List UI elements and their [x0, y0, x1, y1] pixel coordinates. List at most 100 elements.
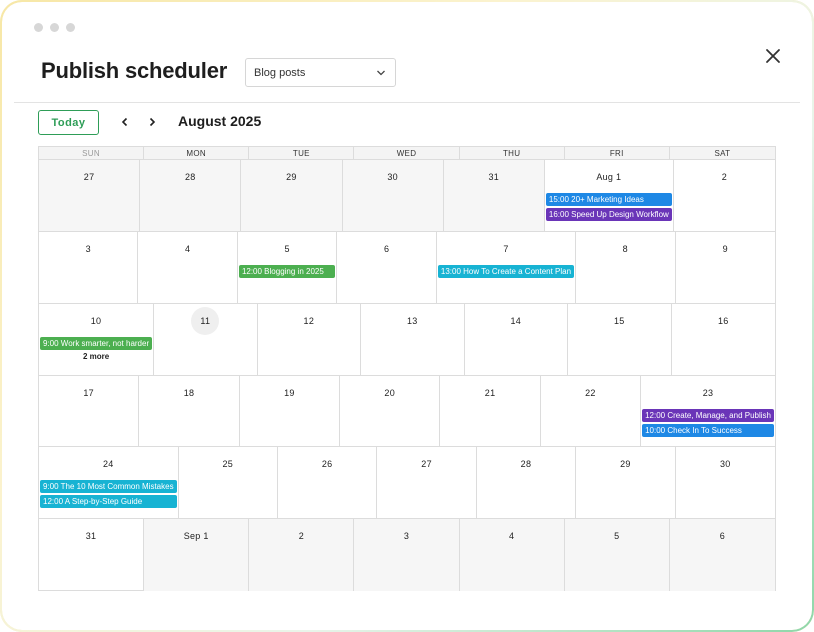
scheduled-post-event[interactable]: 13:00 How To Create a Content Plan [437, 264, 575, 278]
calendar-week-row: 10 9:00 Work smarter, not harder 2 more 11 1… [39, 303, 775, 376]
calendar-day-cell[interactable]: 30 [342, 160, 444, 231]
chevron-left-icon [121, 117, 128, 127]
day-events: 13:00 How To Create a Content Plan [437, 264, 575, 278]
day-number: 21 [484, 387, 496, 398]
day-number: 29 [620, 459, 631, 470]
calendar-day-cell[interactable]: 13 [361, 303, 465, 375]
day-number: 28 [184, 172, 196, 182]
calendar-day-cell[interactable]: 31 [39, 519, 145, 591]
calendar-day-cell[interactable]: Sep 1 [144, 519, 250, 591]
today-button[interactable]: Today [38, 110, 99, 135]
scheduled-post-event[interactable]: 9:00 The 10 Most Common Mistakes [40, 480, 177, 494]
calendar-day-cell[interactable]: 15 [568, 303, 672, 375]
scheduled-post-event[interactable]: 12:00 Blogging in 2025 [238, 264, 336, 278]
calendar-week-row: 27 28 29 30 31 Aug 1 15:00 20+ Marketing Ideas… [39, 160, 775, 232]
calendar-day-cell[interactable]: 3 [354, 519, 460, 591]
today-day-number: 11 [191, 306, 220, 335]
calendar-day-cell[interactable]: 28 [477, 447, 577, 519]
day-number: 19 [284, 387, 295, 398]
window-dot-icon[interactable] [66, 23, 75, 32]
scheduled-post-event[interactable]: 12:00 Create, Manage, and Publish [642, 408, 774, 422]
scheduled-post-event[interactable]: 15:00 20+ Marketing Ideas [545, 193, 672, 206]
chevron-right-icon [149, 117, 156, 127]
weekday-label-wed: WED [354, 147, 460, 160]
calendar-day-cell[interactable]: 2 [674, 160, 775, 231]
scheduled-post-event[interactable]: 16:00 Speed Up Design Workflow [545, 208, 672, 221]
calendar-day-cell[interactable]: 2 [249, 519, 355, 591]
calendar-day-cell[interactable]: 26 [278, 447, 378, 519]
weekday-label-thu: THU [460, 147, 565, 160]
weekday-header: SUN MON TUE WED THU FRI SAT [39, 147, 775, 160]
day-number: 31 [488, 172, 500, 182]
calendar-day-cell[interactable]: 21 [440, 375, 541, 447]
day-number: Sep 1 [183, 531, 209, 542]
weekday-label-sat: SAT [714, 149, 731, 158]
day-number: 5 [614, 531, 620, 542]
calendar-day-cell[interactable]: 10 9:00 Work smarter, not harder 2 more [39, 303, 155, 375]
day-number: 26 [321, 459, 333, 470]
more-events-link[interactable]: 2 more [39, 352, 153, 361]
calendar-day-cell[interactable]: 25 [179, 447, 278, 519]
calendar-day-cell[interactable]: 8 [576, 231, 676, 303]
day-number: 5 [284, 243, 290, 254]
calendar-day-cell[interactable]: 12 [258, 303, 362, 375]
calendar-week-row: 31 Sep 1 2 3 4 5 6 [39, 519, 775, 591]
calendar-day-cell[interactable]: 17 [39, 375, 140, 447]
day-events: 15:00 20+ Marketing Ideas 16:00 Speed Up … [545, 193, 673, 221]
calendar-day-cell[interactable]: 28 [140, 160, 242, 231]
day-number: 23 [702, 387, 714, 398]
day-number: 10 [90, 315, 102, 326]
calendar-day-cell[interactable]: 14 [465, 303, 569, 375]
header-divider [14, 102, 800, 103]
calendar-day-cell[interactable]: 9 [676, 232, 775, 303]
day-events: 12:00 Blogging in 2025 [238, 264, 336, 278]
calendar-day-cell[interactable]: 22 [541, 375, 642, 447]
day-number: 3 [403, 531, 410, 542]
day-events: 9:00 Work smarter, not harder [39, 336, 153, 350]
day-number: 3 [85, 243, 91, 254]
calendar-day-cell[interactable]: 29 [576, 447, 676, 519]
day-events: 12:00 Create, Manage, and Publish 10:00 C… [641, 408, 775, 437]
calendar-day-cell[interactable]: 27 [39, 160, 141, 231]
window-dot-icon[interactable] [34, 23, 43, 32]
calendar-day-cell[interactable]: 5 12:00 Blogging in 2025 [238, 231, 338, 303]
calendar-day-cell[interactable]: 18 [139, 375, 240, 447]
calendar-day-cell[interactable]: 24 9:00 The 10 Most Common Mistakes 12:00 … [39, 447, 179, 519]
calendar-day-cell[interactable]: 4 [138, 231, 238, 303]
content-type-select[interactable]: Blog posts [245, 58, 396, 87]
calendar-day-cell[interactable]: 3 [39, 231, 139, 303]
prev-month-button[interactable] [117, 114, 133, 130]
weekday-label-sun: SUN [39, 147, 145, 160]
calendar-day-cell[interactable]: 6 [669, 519, 775, 591]
day-number: 13 [407, 315, 418, 326]
calendar-day-cell[interactable]: 7 13:00 How To Create a Content Plan [437, 231, 577, 303]
calendar-day-cell[interactable]: 5 [564, 519, 670, 591]
window-dot-icon[interactable] [50, 23, 59, 32]
calendar-day-cell[interactable]: 20 [340, 375, 441, 447]
calendar-week-row: 17 18 19 20 21 22 23 12:00 Create, Manage, and … [39, 375, 775, 448]
calendar-day-cell[interactable]: 27 [377, 447, 477, 519]
calendar-day-cell[interactable]: 29 [241, 160, 343, 231]
scheduled-post-event[interactable]: 12:00 A Step-by-Step Guide [40, 495, 177, 509]
weekday-label-fri: FRI [565, 147, 670, 160]
scheduled-post-event[interactable]: 10:00 Check In To Success [642, 423, 774, 437]
calendar-week-row: 3 4 5 12:00 Blogging in 2025 6 7 13:00 How To … [39, 231, 775, 304]
calendar-day-cell[interactable]: 23 12:00 Create, Manage, and Publish 10:00… [641, 376, 775, 447]
day-number: 18 [183, 387, 195, 398]
calendar-day-cell[interactable]: 4 [459, 519, 565, 591]
scheduled-post-event[interactable]: 9:00 Work smarter, not harder [40, 336, 153, 350]
calendar-day-cell[interactable]: 6 [337, 231, 437, 303]
calendar-day-cell[interactable]: 30 [676, 447, 775, 518]
calendar-day-cell[interactable]: 19 [240, 375, 341, 447]
close-icon[interactable] [764, 47, 782, 65]
month-calendar: SUN MON TUE WED THU FRI SAT 27 28 29 30 31 Aug 1 15:… [38, 146, 776, 591]
day-number: 15 [613, 315, 625, 326]
day-number: 16 [717, 315, 729, 326]
calendar-day-cell[interactable]: 11 [154, 303, 258, 375]
calendar-day-cell[interactable]: 16 [672, 304, 775, 375]
calendar-day-cell[interactable]: Aug 1 15:00 20+ Marketing Ideas 16:00 Spee… [545, 160, 674, 231]
calendar-day-cell[interactable]: 31 [443, 160, 545, 231]
next-month-button[interactable] [144, 114, 160, 130]
day-number: 27 [421, 459, 432, 470]
day-number: 31 [85, 531, 97, 542]
